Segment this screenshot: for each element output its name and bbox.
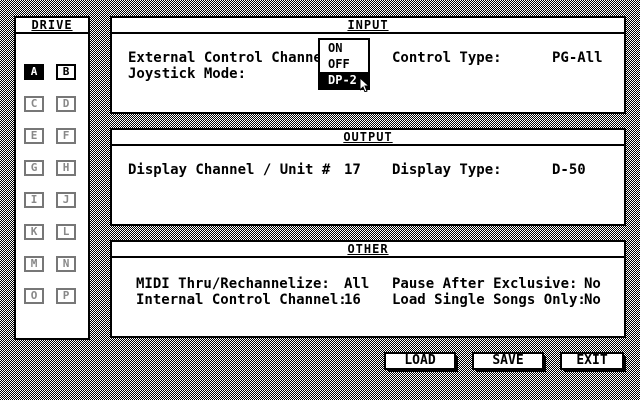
display-channel-value[interactable]: 17 — [344, 162, 361, 178]
other-panel: OTHER MIDI Thru/Rechannelize: All Intern… — [110, 240, 626, 338]
drive-button-i[interactable]: I — [24, 192, 44, 208]
drive-button-m[interactable]: M — [24, 256, 44, 272]
control-type-value[interactable]: PG-All — [552, 50, 603, 66]
drive-button-o[interactable]: O — [24, 288, 44, 304]
drive-title: DRIVE — [16, 18, 88, 34]
drive-button-p[interactable]: P — [56, 288, 76, 304]
drive-panel: DRIVE ABCDEFGHIJKLMNOP — [14, 16, 90, 340]
display-type-label: Display Type: — [392, 162, 502, 178]
dropdown-option-on[interactable]: ON — [320, 40, 368, 56]
drive-button-l[interactable]: L — [56, 224, 76, 240]
midi-thru-value[interactable]: All — [344, 276, 369, 292]
drive-button-c[interactable]: C — [24, 96, 44, 112]
mouse-cursor-icon — [360, 78, 370, 92]
internal-control-channel-label: Internal Control Channel: — [136, 292, 347, 308]
load-single-songs-label: Load Single Songs Only: — [392, 292, 586, 308]
load-single-songs-value[interactable]: No — [584, 292, 601, 308]
drive-button-a[interactable]: A — [24, 64, 44, 80]
drive-button-b[interactable]: B — [56, 64, 76, 80]
midi-thru-label: MIDI Thru/Rechannelize: — [136, 276, 330, 292]
drive-button-d[interactable]: D — [56, 96, 76, 112]
pause-after-exclusive-value[interactable]: No — [584, 276, 601, 292]
load-button[interactable]: LOAD — [384, 352, 458, 372]
drive-button-j[interactable]: J — [56, 192, 76, 208]
internal-control-channel-value[interactable]: 16 — [344, 292, 361, 308]
input-title: INPUT — [112, 18, 624, 34]
other-title: OTHER — [112, 242, 624, 258]
dropdown-option-off[interactable]: OFF — [320, 56, 368, 72]
display-channel-label: Display Channel / Unit # — [128, 162, 331, 178]
save-button[interactable]: SAVE — [472, 352, 546, 372]
drive-button-g[interactable]: G — [24, 160, 44, 176]
joystick-mode-label: Joystick Mode: — [128, 66, 247, 82]
display-type-value[interactable]: D-50 — [552, 162, 586, 178]
drive-button-h[interactable]: H — [56, 160, 76, 176]
drive-button-f[interactable]: F — [56, 128, 76, 144]
exit-button[interactable]: EXIT — [560, 352, 626, 372]
drive-button-n[interactable]: N — [56, 256, 76, 272]
control-type-label: Control Type: — [392, 50, 502, 66]
output-panel: OUTPUT Display Channel / Unit # 17 Displ… — [110, 128, 626, 226]
external-control-channel-label: External Control Channel — [128, 50, 331, 66]
pause-after-exclusive-label: Pause After Exclusive: — [392, 276, 578, 292]
output-title: OUTPUT — [112, 130, 624, 146]
drive-button-e[interactable]: E — [24, 128, 44, 144]
drive-button-k[interactable]: K — [24, 224, 44, 240]
